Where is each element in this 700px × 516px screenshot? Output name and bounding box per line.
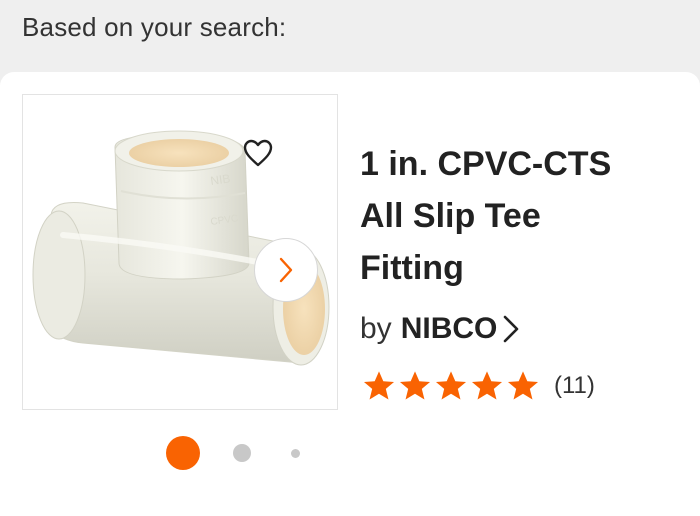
heart-outline-icon (243, 139, 273, 167)
star-icon (507, 371, 539, 400)
star-icon (399, 371, 431, 400)
brand-link[interactable]: by NIBCO (360, 312, 521, 346)
product-title-line: Fitting (360, 249, 464, 287)
carousel-indicator (166, 436, 306, 470)
product-title-line: All Slip Tee (360, 197, 541, 235)
rating[interactable]: (11) (362, 370, 595, 402)
chevron-right-icon (279, 257, 293, 283)
favorite-button[interactable] (240, 136, 276, 170)
svg-text:NIB: NIB (209, 171, 231, 188)
star-icon (435, 371, 467, 400)
carousel-dot-active[interactable] (166, 436, 200, 470)
next-image-button[interactable] (254, 238, 318, 302)
star-rating (362, 370, 540, 402)
chevron-right-icon (501, 314, 521, 344)
product-title[interactable]: 1 in. CPVC-CTS All Slip Tee Fitting (360, 138, 690, 294)
search-context-label: Based on your search: (22, 12, 287, 42)
search-context-header: Based on your search: (0, 0, 700, 64)
carousel-dot[interactable] (233, 444, 251, 462)
product-title-line: 1 in. CPVC-CTS (360, 145, 612, 183)
review-count: (11) (554, 372, 595, 399)
brand-prefix: by (360, 312, 392, 345)
star-icon (363, 371, 395, 400)
star-icon (471, 371, 503, 400)
carousel-dot[interactable] (291, 449, 300, 458)
brand-name: NIBCO (400, 312, 498, 345)
